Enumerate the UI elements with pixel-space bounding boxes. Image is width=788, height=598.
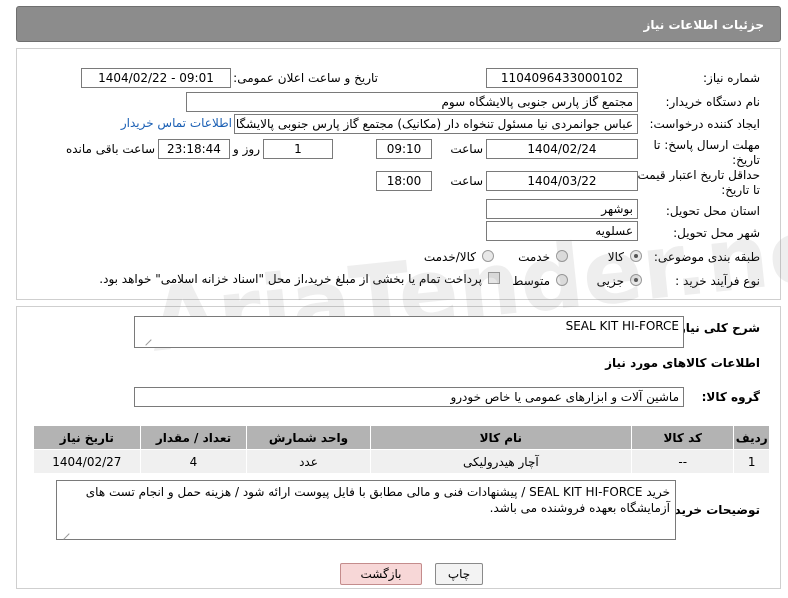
announce-date-label: تاریخ و ساعت اعلان عمومی: (233, 71, 378, 85)
deadline-date-field: 1404/02/24 (486, 139, 638, 159)
deadline-label-line2: تاریخ: (732, 153, 760, 167)
category-goods-label: کالا (607, 250, 624, 264)
cell-item-name: آچار هیدرولیکی (369, 449, 633, 474)
price-validity-label-line1: حداقل تاریخ اعتبار قیمت: (633, 168, 760, 182)
col-item-name: نام کالا (369, 425, 633, 450)
deadline-label-line1: مهلت ارسال پاسخ: تا (653, 138, 760, 152)
page-header: جزئیات اطلاعات نیاز (16, 6, 781, 42)
category-goods-service-radio[interactable] (482, 250, 494, 262)
price-validity-label-line2: تا تاریخ: (721, 183, 760, 197)
buyer-notes-field: خرید SEAL KIT HI-FORCE / پیشنهادات فنی و… (56, 480, 676, 540)
description-field: SEAL KIT HI-FORCE (134, 316, 684, 348)
goods-group-field: ماشین آلات و ابزارهای عمومی یا خاص خودرو (134, 387, 684, 407)
need-number-field: 1104096433000102 (486, 68, 638, 88)
process-minor-label: جزیی (596, 274, 624, 288)
process-type-label: نوع فرآیند خرید : (675, 274, 760, 288)
col-item-code: کد کالا (631, 425, 735, 450)
category-service-radio[interactable] (556, 250, 568, 262)
remaining-label: ساعت باقی مانده (65, 142, 155, 156)
need-number-label: شماره نیاز: (703, 71, 760, 85)
treasury-payment-note: پرداخت تمام یا بخشی از مبلغ خرید،از محل … (99, 272, 482, 286)
province-label: استان محل تحویل: (665, 204, 760, 218)
process-medium-label: متوسط (512, 274, 550, 288)
creator-label: ایجاد کننده درخواست: (649, 117, 760, 131)
remaining-days-field: 1 (263, 139, 333, 159)
cell-unit: عدد (246, 449, 371, 474)
city-label: شهر محل تحویل: (673, 226, 760, 240)
price-validity-date-field: 1404/03/22 (486, 171, 638, 191)
process-medium-radio[interactable] (556, 274, 568, 286)
cell-item-code: -- (631, 449, 735, 474)
goods-group-label: گروه کالا: (701, 390, 760, 404)
buyer-org-label: نام دستگاه خریدار: (665, 95, 761, 109)
price-validity-time-field: 18:00 (376, 171, 432, 191)
remaining-time-field: 23:18:44 (158, 139, 230, 159)
col-quantity: تعداد / مقدار (139, 425, 248, 450)
days-label: روز و (233, 142, 260, 156)
deadline-time-label: ساعت (450, 142, 483, 156)
col-unit: واحد شمارش (246, 425, 371, 450)
price-validity-time-label: ساعت (450, 174, 483, 188)
description-label: شرح کلی نیاز: (674, 321, 760, 335)
announce-date-field: 1404/02/22 - 09:01 (81, 68, 231, 88)
print-button[interactable]: چاپ (435, 563, 483, 585)
cell-row-number: 1 (733, 449, 770, 474)
buyer-org-field: مجتمع گاز پارس جنوبی پالایشگاه سوم (186, 92, 638, 112)
goods-info-title: اطلاعات کالاهای مورد نیاز (605, 356, 760, 370)
category-goods-service-label: کالا/خدمت (423, 250, 476, 264)
col-row-number: ردیف (733, 425, 770, 450)
treasury-payment-checkbox[interactable] (488, 272, 500, 284)
process-minor-radio[interactable] (630, 274, 642, 286)
category-service-label: خدمت (518, 250, 550, 264)
cell-quantity: 4 (139, 449, 248, 474)
page-title: جزئیات اطلاعات نیاز (643, 18, 764, 32)
category-label: طبقه بندی موضوعی: (653, 250, 760, 264)
creator-field: عباس جوانمردی نیا مسئول تنخواه دار (مکان… (234, 114, 638, 134)
back-button[interactable]: بازگشت (340, 563, 422, 585)
goods-table-header: ردیف کد کالا نام کالا واحد شمارش تعداد /… (33, 425, 770, 450)
deadline-time-field: 09:10 (376, 139, 432, 159)
province-field: بوشهر (486, 199, 638, 219)
table-row: 1 -- آچار هیدرولیکی عدد 4 1404/02/27 (33, 449, 770, 474)
goods-table: ردیف کد کالا نام کالا واحد شمارش تعداد /… (33, 425, 770, 474)
col-need-date: تاریخ نیاز (33, 425, 141, 450)
cell-need-date: 1404/02/27 (33, 449, 141, 474)
category-goods-radio[interactable] (630, 250, 642, 262)
buyer-contact-link[interactable]: اطلاعات تماس خریدار (121, 116, 232, 130)
city-field: عسلویه (486, 221, 638, 241)
